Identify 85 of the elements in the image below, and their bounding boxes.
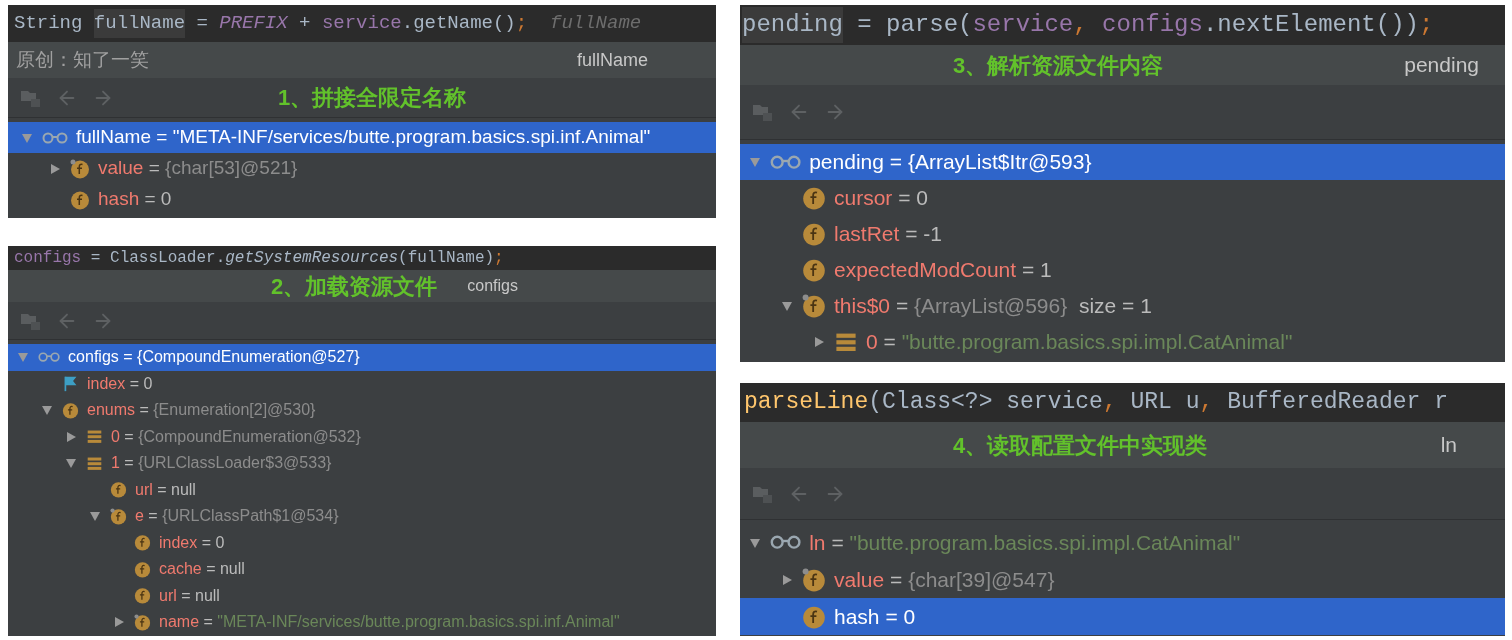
variable-text: url = null [135, 479, 196, 500]
variable-text: 0 = {CompoundEnumeration@532} [111, 426, 361, 447]
field-icon [134, 587, 151, 605]
variable-text: index = 0 [87, 373, 153, 394]
variable-text: cursor = 0 [834, 185, 928, 212]
variable-text: fullName = "META-INF/services/butte.program.basics.spi.inf.Animal" [76, 125, 651, 150]
disclosure-triangle-icon[interactable] [781, 573, 793, 586]
step-caption: 2、加载资源文件 [271, 272, 438, 301]
variable-text: enums = {Enumeration[2]@530} [87, 400, 316, 421]
disclosure-triangle-icon[interactable] [65, 457, 77, 470]
disclosure-triangle-icon[interactable] [41, 404, 53, 417]
variable-text: configs = {CompoundEnumeration@527} [68, 347, 360, 368]
glasses-icon [38, 352, 61, 363]
variable-text: value = {char[39]@547} [834, 566, 1055, 593]
watch-name: fullName [576, 48, 648, 72]
field-icon [802, 604, 826, 629]
variable-row[interactable]: value = {char[39]@547} [740, 561, 1505, 598]
variable-text: lastRet = -1 [834, 221, 942, 248]
variable-text: hash = 0 [834, 603, 916, 630]
variable-row[interactable]: hash = 0 [8, 184, 716, 215]
list-icon [86, 428, 103, 446]
disclosure-triangle-icon[interactable] [49, 162, 61, 175]
field-icon [134, 534, 151, 552]
field-icon [134, 560, 151, 578]
disclosure-triangle-icon[interactable] [749, 156, 761, 168]
step-caption: 4、读取配置文件中实现类 [953, 431, 1208, 460]
variable-row[interactable]: index = 0 [8, 529, 716, 556]
variable-row[interactable]: url = null [8, 582, 716, 609]
variable-row[interactable]: hash = 0 [740, 598, 1505, 635]
disclosure-triangle-icon[interactable] [65, 430, 77, 443]
field-icon [70, 189, 90, 210]
variable-row[interactable]: configs = {CompoundEnumeration@527} [8, 344, 716, 371]
field-icon [62, 401, 79, 419]
field-icon [802, 222, 826, 246]
variable-text: hash = 0 [98, 187, 172, 212]
variable-row[interactable]: fullName = "META-INF/services/butte.program.basics.spi.inf.Animal" [8, 122, 716, 153]
watch-name: ln [1440, 432, 1457, 459]
field-icon [802, 258, 826, 282]
step-caption: 3、解析资源文件内容 [953, 51, 1164, 80]
disclosure-triangle-icon[interactable] [749, 536, 761, 549]
variable-text: expectedModCount = 1 [834, 257, 1052, 284]
disclosure-triangle-icon[interactable] [17, 351, 29, 364]
variable-text: value = {char[53]@521} [98, 156, 298, 181]
disclosure-triangle-icon[interactable] [781, 300, 793, 312]
frames-icon[interactable] [752, 102, 774, 122]
variable-row[interactable]: lastRet = -1 [740, 216, 1505, 252]
variable-row[interactable]: 1 = {URLClassLoader$3@533} [8, 450, 716, 477]
variable-text: this$0 = {ArrayList@596} size = 1 [834, 293, 1152, 320]
watch-name: configs [467, 276, 518, 296]
variable-text: name = "META-INF/services/butte.program.basics.spi.inf.Animal" [159, 612, 620, 633]
disclosure-triangle-icon[interactable] [813, 336, 825, 348]
flag-icon [62, 375, 79, 393]
disclosure-triangle-icon[interactable] [113, 616, 125, 629]
glasses-icon [770, 154, 802, 170]
glasses-icon [42, 131, 68, 144]
field-icon [110, 481, 127, 499]
variable-text: cache = null [159, 559, 245, 580]
field-icon [802, 186, 826, 210]
variable-row[interactable]: value = {char[53]@521} [8, 153, 716, 184]
variable-text: ln = "butte.program.basics.spi.impl.CatAnimal" [809, 529, 1241, 556]
disclosure-triangle-icon[interactable] [89, 510, 101, 523]
variable-row[interactable]: 0 = "butte.program.basics.spi.impl.CatAnimal" [740, 324, 1505, 360]
variable-row[interactable]: name = "META-INF/services/butte.program.basics.spi.inf.Animal" [8, 609, 716, 636]
variable-row[interactable]: expectedModCount = 1 [740, 252, 1505, 288]
variable-row[interactable]: ln = "butte.program.basics.spi.impl.CatAnimal" [740, 524, 1505, 561]
variable-row[interactable]: pending = {ArrayList$Itr@593} [740, 144, 1505, 180]
disclosure-triangle-icon[interactable] [21, 131, 33, 144]
variable-row[interactable]: cache = null [8, 556, 716, 583]
variable-row[interactable]: url = null [8, 476, 716, 503]
variable-row[interactable]: 0 = {CompoundEnumeration@532} [8, 423, 716, 450]
variable-row[interactable]: index = 0 [8, 370, 716, 397]
glasses-icon [770, 535, 802, 550]
variable-text: e = {URLClassPath$1@534} [135, 506, 339, 527]
variable-text: 0 = "butte.program.basics.spi.impl.CatAnimal" [866, 329, 1293, 356]
variable-text: index = 0 [159, 532, 225, 553]
variable-text: 1 = {URLClassLoader$3@533} [111, 453, 332, 474]
variable-text: url = null [159, 585, 220, 606]
variable-text: pending = {ArrayList$Itr@593} [809, 149, 1092, 176]
variable-row[interactable]: e = {URLClassPath$1@534} [8, 503, 716, 530]
variable-row[interactable]: this$0 = {ArrayList@596} size = 1 [740, 288, 1505, 324]
author-note: 原创：知了一笑 [16, 47, 149, 72]
variable-row[interactable]: cursor = 0 [740, 180, 1505, 216]
watch-name: pending [1404, 52, 1479, 79]
step-caption: 1、拼接全限定名称 [278, 84, 467, 112]
variable-row[interactable]: enums = {Enumeration[2]@530} [8, 397, 716, 424]
